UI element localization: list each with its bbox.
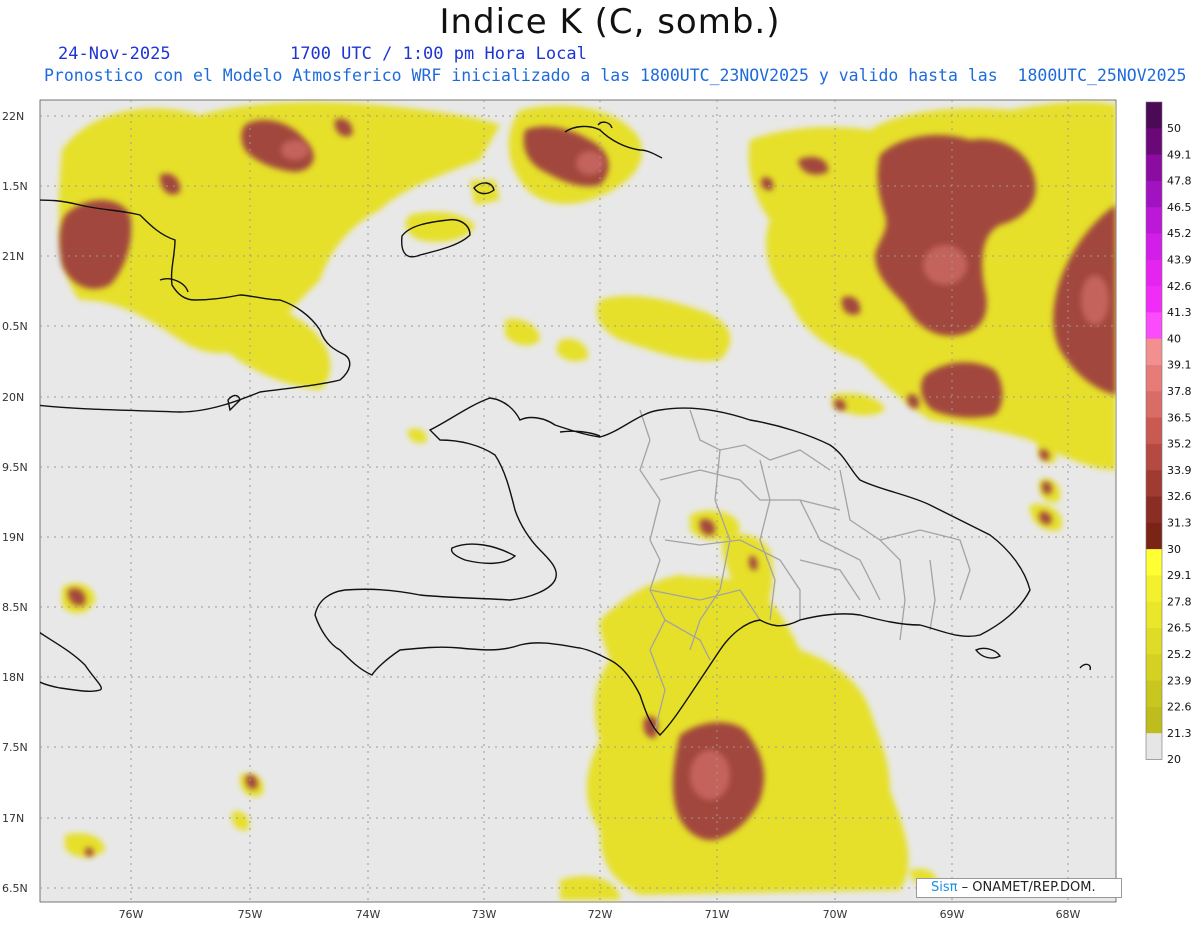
lon-label: 73W (472, 908, 497, 921)
colorbar-label: 45.2 (1167, 227, 1192, 240)
colorbar-label: 33.9 (1167, 464, 1192, 477)
colorbar-label: 29.1 (1167, 569, 1192, 582)
colorbar-label: 22.6 (1167, 701, 1192, 714)
colorbar-swatch (1146, 680, 1162, 708)
colorbar-swatch (1146, 365, 1162, 392)
credit-box: Sisπ – ONAMET/REP.DOM. (916, 878, 1122, 898)
lat-label: 8.5N (2, 601, 28, 614)
longitude-labels: 76W 75W 74W 73W 72W 71W 70W 69W 68W (119, 908, 1081, 921)
colorbar-swatch (1146, 654, 1162, 682)
colorbar-label: 50 (1167, 122, 1181, 135)
colorbar-swatch (1146, 128, 1162, 156)
colorbar-label: 42.6 (1167, 280, 1192, 293)
colorbar-swatch (1146, 575, 1162, 603)
colorbar-swatch (1146, 628, 1162, 655)
lat-label: 21N (2, 250, 24, 263)
credit-text: – ONAMET/REP.DOM. (961, 880, 1096, 895)
lon-label: 69W (940, 908, 965, 921)
lon-label: 74W (356, 908, 381, 921)
colorbar-swatch (1146, 443, 1162, 471)
colorbar-label: 41.3 (1167, 306, 1192, 319)
colorbar-label: 43.9 (1167, 254, 1192, 267)
colorbar-label: 40 (1167, 332, 1181, 345)
lat-label: 7.5N (2, 741, 28, 754)
colorbar-label: 31.3 (1167, 517, 1192, 530)
colorbar-label: 39.1 (1167, 359, 1192, 372)
colorbar: 50 49.1 47.8 46.5 45.2 43.9 42.6 41.3 40 39.1 37.8… (1145, 101, 1192, 766)
colorbar-swatch (1146, 601, 1162, 629)
colorbar-label: 20 (1167, 753, 1181, 766)
colorbar-label: 36.5 (1167, 411, 1192, 424)
lat-label: 0.5N (2, 320, 28, 333)
lat-label: 6.5N (2, 882, 28, 895)
colorbar-label: 49.1 (1167, 148, 1192, 161)
colorbar-swatch (1146, 180, 1162, 208)
colorbar-swatch (1146, 417, 1162, 445)
lon-label: 70W (823, 908, 848, 921)
colorbar-label: 37.8 (1167, 385, 1192, 398)
colorbar-label: 46.5 (1167, 201, 1192, 214)
colorbar-swatch (1146, 338, 1162, 366)
map-canvas: 22N 1.5N 21N 0.5N 20N 9.5N 19N 8.5N 18N … (2, 99, 1192, 921)
colorbar-swatch (1146, 496, 1162, 524)
lat-label: 17N (2, 812, 24, 825)
colorbar-label: 25.2 (1167, 648, 1192, 661)
colorbar-label: 26.5 (1167, 622, 1192, 635)
colorbar-swatch (1146, 470, 1162, 497)
latitude-labels: 22N 1.5N 21N 0.5N 20N 9.5N 19N 8.5N 18N … (2, 110, 28, 895)
colorbar-swatch (1146, 522, 1162, 550)
colorbar-swatch (1146, 102, 1162, 129)
colorbar-swatch (1146, 207, 1162, 234)
lat-label: 19N (2, 531, 24, 544)
colorbar-swatch (1146, 733, 1162, 760)
lon-label: 71W (705, 908, 730, 921)
colorbar-label: 23.9 (1167, 674, 1192, 687)
lon-label: 75W (238, 908, 263, 921)
lat-label: 9.5N (2, 461, 28, 474)
lat-label: 22N (2, 110, 24, 123)
colorbar-swatch (1146, 706, 1162, 734)
colorbar-swatch (1146, 549, 1162, 576)
colorbar-label: 27.8 (1167, 595, 1192, 608)
colorbar-swatch (1146, 259, 1162, 287)
colorbar-swatch (1146, 312, 1162, 340)
colorbar-swatch (1146, 286, 1162, 313)
lon-label: 68W (1056, 908, 1081, 921)
sispi-logo: Sisπ (931, 880, 958, 895)
colorbar-label: 30 (1167, 543, 1181, 556)
colorbar-swatch (1146, 391, 1162, 419)
colorbar-label: 32.6 (1167, 490, 1192, 503)
lat-label: 20N (2, 391, 24, 404)
colorbar-swatch (1146, 233, 1162, 261)
lat-label: 18N (2, 671, 24, 684)
colorbar-label: 35.2 (1167, 438, 1192, 451)
colorbar-swatch (1146, 154, 1162, 182)
colorbar-label: 21.3 (1167, 727, 1192, 740)
lon-label: 76W (119, 908, 144, 921)
colorbar-label: 47.8 (1167, 175, 1192, 188)
lat-label: 1.5N (2, 180, 28, 193)
lon-label: 72W (588, 908, 613, 921)
